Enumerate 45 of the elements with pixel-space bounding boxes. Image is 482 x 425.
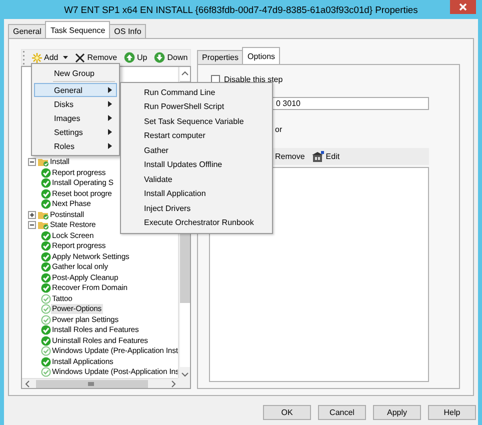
toolbar-button[interactable]: Add <box>30 50 70 65</box>
toolbar-button[interactable]: Edit <box>310 149 342 164</box>
menu-item[interactable]: Inject Drivers <box>121 201 272 216</box>
edit-icon <box>312 151 324 162</box>
toolbar-button[interactable]: Remove <box>273 149 307 164</box>
remove-icon <box>75 52 86 62</box>
menu-item[interactable]: Set Task Sequence Variable <box>121 114 272 128</box>
tab[interactable]: Options <box>242 47 280 64</box>
menu-item[interactable]: Validate <box>121 172 272 186</box>
menu-item[interactable]: Roles <box>34 139 117 153</box>
menu-item[interactable]: Install Application <box>121 186 272 201</box>
toolbar-button[interactable]: Down <box>152 50 190 65</box>
dialog-button[interactable]: Help <box>428 405 476 420</box>
dialog-button[interactable]: Cancel <box>318 405 366 420</box>
up-arrow-icon <box>124 52 136 63</box>
menu-item[interactable]: Install Updates Offline <box>121 158 272 172</box>
menu-item[interactable]: Execute Orchestrator Runbook <box>121 216 272 230</box>
label-text: or <box>275 124 284 135</box>
tab[interactable]: Properties <box>197 50 244 64</box>
menu-item[interactable]: New Group <box>34 66 117 80</box>
folder-icon <box>38 220 49 230</box>
dialog-button[interactable]: OK <box>263 405 311 420</box>
menu-item[interactable]: Run Command Line <box>121 85 272 100</box>
menu-item[interactable]: Settings <box>34 125 117 139</box>
toolbar-button[interactable]: Up <box>122 50 150 65</box>
tab[interactable]: General <box>8 24 46 38</box>
menu-item[interactable]: Restart computer <box>121 128 272 143</box>
toolbar-button[interactable]: Remove <box>73 50 120 65</box>
menu-item[interactable]: Images <box>34 111 117 125</box>
menu-item[interactable]: General <box>34 83 117 97</box>
caret-icon <box>63 56 68 59</box>
dialog-button[interactable]: Apply <box>373 405 421 420</box>
tab[interactable]: Task Sequence <box>45 21 110 38</box>
checkbox-label: Disable this step <box>224 74 283 84</box>
folder-icon <box>38 210 49 220</box>
close-icon <box>459 3 467 11</box>
tab[interactable]: OS Info <box>109 24 146 38</box>
folder-icon <box>38 157 49 168</box>
close-button[interactable] <box>450 0 476 14</box>
scrollbar-corner <box>178 378 190 388</box>
window-title: W7 ENT SP1 x64 EN INSTALL {66f83fdb-00d7-47d9-8385-61a03f93c01d} Properties <box>64 4 418 15</box>
down-arrow-icon <box>154 52 166 63</box>
menu-item[interactable]: Gather <box>121 143 272 158</box>
menu-item[interactable]: Disks <box>34 97 117 111</box>
sparkle-icon <box>32 52 42 62</box>
